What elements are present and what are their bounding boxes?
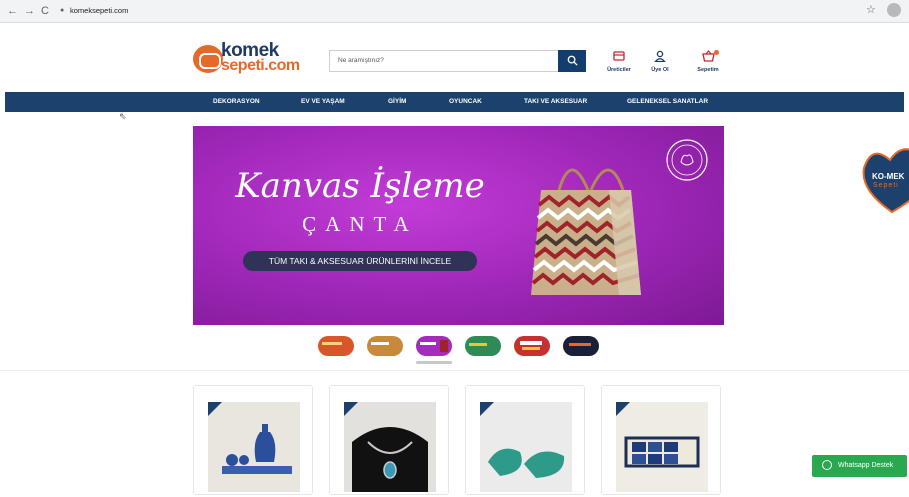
basket-logo-icon[interactable] [193,45,223,73]
logo-text-bottom[interactable]: sepeti.com [221,57,300,75]
producers-label: Üreticiler [607,67,631,73]
product-card[interactable] [601,385,721,495]
bookmark-star-icon[interactable]: ☆ [866,3,876,16]
lock-icon: ● [60,7,65,14]
banner-subtitle: ÇANTA [302,212,418,236]
address-bar[interactable]: komeksepeti.com [70,4,128,18]
nav-item-oyuncak[interactable]: OYUNCAK [449,92,482,112]
product-flag-icon [344,402,358,416]
back-icon[interactable]: ← [7,3,18,19]
whatsapp-support-label: Whatsapp Destek [838,462,894,469]
slider-thumb-2[interactable] [367,336,403,356]
banner-cta-button[interactable]: TÜM TAKI & AKSESUAR ÜRÜNLERİNİ İNCELE [243,251,477,271]
cart-label: Sepetim [697,67,719,73]
forward-icon[interactable]: → [24,3,35,19]
search-button[interactable] [558,50,586,72]
reload-icon[interactable]: C [41,3,49,19]
whatsapp-icon [822,460,832,470]
hero-banner[interactable]: Kanvas İşleme ÇANTA TÜM TAKI & AKSESUAR … [193,126,724,325]
basket-icon [688,50,728,64]
search-input[interactable]: Ne aramıştınız? [329,50,559,72]
slider-thumb-5[interactable] [514,336,550,356]
nav-item-dekorasyon[interactable]: DEKORASYON [213,92,260,112]
producers-button[interactable]: Üreticiler [599,50,639,73]
slider-thumb-4[interactable] [465,336,501,356]
product-card[interactable] [465,385,585,495]
product-flag-icon [208,402,222,416]
signup-button[interactable]: Üye Ol [640,50,680,73]
komek-sepeti-heart-widget[interactable] [862,146,909,216]
slider-thumb-1[interactable] [318,336,354,356]
browser-toolbar [0,0,909,23]
slider-active-indicator [416,361,452,364]
product-card[interactable] [329,385,449,495]
nav-item-taki-ve-aksesuar[interactable]: TAKI VE AKSESUAR [524,92,587,112]
signup-label: Üye Ol [651,67,669,73]
side-widget-line2: Sepeti [873,182,899,189]
hand-made-stamp-icon [666,139,708,181]
slider-thumb-3-active[interactable] [416,336,452,356]
nav-item-ev-ve-yasam[interactable]: EV VE YAŞAM [301,92,345,112]
store-icon [599,50,639,64]
user-icon [640,50,680,64]
banner-title: Kanvas İşleme [235,166,485,206]
slider-thumb-6[interactable] [563,336,599,356]
side-widget-line1: KO-MEK [872,172,905,181]
product-flag-icon [616,402,630,416]
cart-button[interactable]: Sepetim [688,50,728,73]
nav-item-geleneksel-sanatlar[interactable]: GELENEKSEL SANATLAR [627,92,708,112]
profile-avatar[interactable] [887,3,901,17]
canvas-bag-image [531,168,641,295]
product-flag-icon [480,402,494,416]
section-divider [0,370,909,371]
product-card[interactable] [193,385,313,495]
cart-count-badge [714,50,719,55]
nav-item-giyim[interactable]: GİYİM [388,92,406,112]
search-icon [567,55,578,66]
mouse-cursor-icon: ⇖ [119,111,127,121]
whatsapp-support-button[interactable]: Whatsapp Destek [812,455,907,477]
